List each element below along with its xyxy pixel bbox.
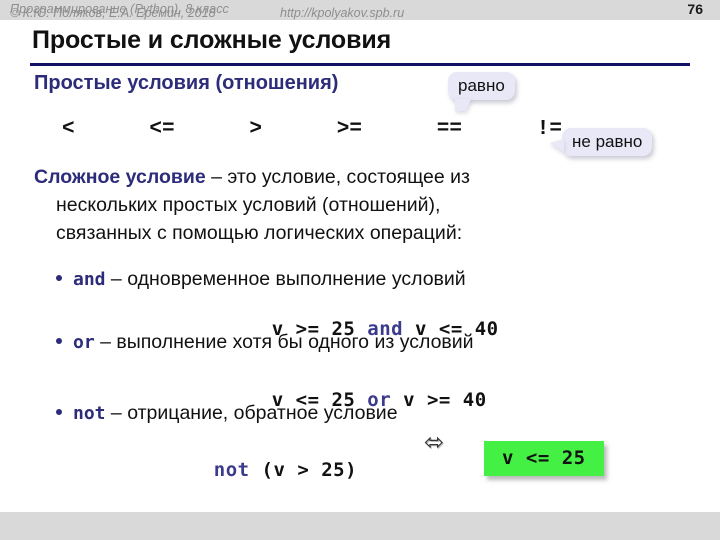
footer-url[interactable]: http://kpolyakov.spb.ru [280,6,404,20]
code-or-suffix: v >= 40 [391,389,487,411]
definition-line-1-rest: – это условие, состоящее из [205,166,470,188]
subtitle: Простые условия (отношения) [34,72,339,94]
slide: Программирование (Python), 8 класс 76 Пр… [0,0,720,540]
bullet-dot-icon [56,274,62,281]
callout-tail [455,99,471,111]
callout-tail [550,139,564,152]
operator-less: < [62,118,75,141]
not-equal-callout-label: не равно [572,132,643,151]
definition-paragraph: Сложное условие – это условие, состоящее… [34,163,634,247]
definition-term: Сложное условие [34,166,206,188]
bullet-and: and – одновременное выполнение условий [56,268,466,291]
operator-greater: > [249,118,262,141]
footer-copyright: © К.Ю. Поляков, Е.А. Ерёмин, 2018 [10,6,216,20]
bullet-not: not – отрицание, обратное условие [56,402,398,425]
page-number: 76 [687,1,703,17]
operator-less-equal: <= [149,118,175,141]
bullet-dot-icon [56,337,62,344]
bullet-or: or – выполнение хотя бы одного из услови… [56,331,474,354]
definition-line-2: нескольких простых условий (отношений), [56,194,441,216]
equal-callout-label: равно [458,76,505,95]
code-not-keyword: not [213,459,250,481]
footer-band [0,512,720,540]
bullet-dot-icon [56,408,62,415]
result-box: v <= 25 [484,441,604,476]
not-equal-callout: не равно [550,128,653,156]
definition-line-1: Сложное условие – это условие, состоящее… [34,163,634,191]
bullet-or-keyword: or [73,332,95,353]
operator-list: < <= > >= == != [62,118,562,141]
bullet-not-keyword: not [73,403,106,424]
equal-callout: равно [448,72,515,111]
operator-equal: == [436,118,462,141]
bullet-or-description: – выполнение хотя бы одного из условий [94,331,474,353]
code-not-suffix: (v > 25) [249,459,358,481]
equivalence-arrow-icon: ⬄ [424,428,445,456]
bullet-and-keyword: and [73,269,106,290]
definition-line-3: связанных с помощью логических операций: [56,222,463,244]
code-not: not (v > 25) [166,437,357,503]
page-title: Простые и сложные условия [32,26,392,54]
bullet-not-description: – отрицание, обратное условие [105,402,398,424]
operator-greater-equal: >= [336,118,362,141]
bullet-and-description: – одновременное выполнение условий [105,268,466,290]
title-divider [30,63,690,66]
operator-not-equal: != [536,118,562,141]
